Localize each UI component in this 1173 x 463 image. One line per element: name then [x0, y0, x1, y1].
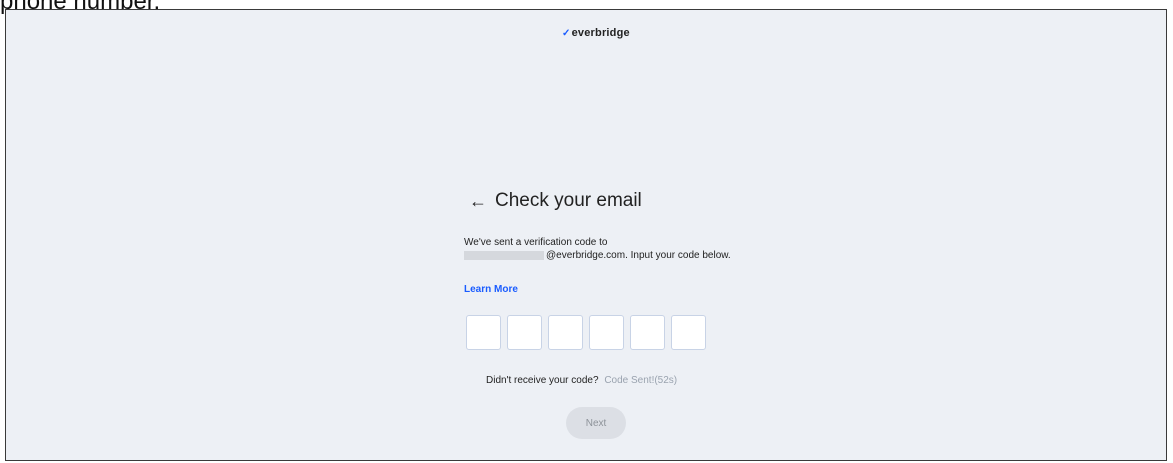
description-line-2: @everbridge.com. Input your code below. [546, 250, 731, 261]
verification-screen: ✓everbridge ← Check your email We've sen… [5, 9, 1167, 461]
code-digit-3[interactable] [548, 315, 583, 350]
page-heading: ← Check your email [469, 190, 642, 212]
everbridge-logo: ✓everbridge [562, 27, 630, 39]
code-digit-5[interactable] [630, 315, 665, 350]
learn-more-link[interactable]: Learn More [464, 284, 518, 295]
resend-prompt: Didn't receive your code? [486, 375, 599, 386]
resend-code-row: Didn't receive your code? Code Sent!(52s… [486, 375, 677, 386]
redacted-email [464, 250, 544, 260]
back-arrow-icon[interactable]: ← [469, 191, 487, 212]
resend-status: Code Sent!(52s) [604, 375, 678, 386]
next-button[interactable]: Next [566, 407, 626, 439]
logo-text: everbridge [571, 27, 630, 39]
code-digit-1[interactable] [466, 315, 501, 350]
page-title: Check your email [495, 190, 642, 211]
verification-description: We've sent a verification code to @everb… [464, 236, 734, 262]
logo-check-icon: ✓ [562, 28, 571, 39]
code-digit-6[interactable] [671, 315, 706, 350]
description-line-1: We've sent a verification code to [464, 237, 608, 248]
code-input-row [466, 315, 706, 350]
code-digit-4[interactable] [589, 315, 624, 350]
code-digit-2[interactable] [507, 315, 542, 350]
